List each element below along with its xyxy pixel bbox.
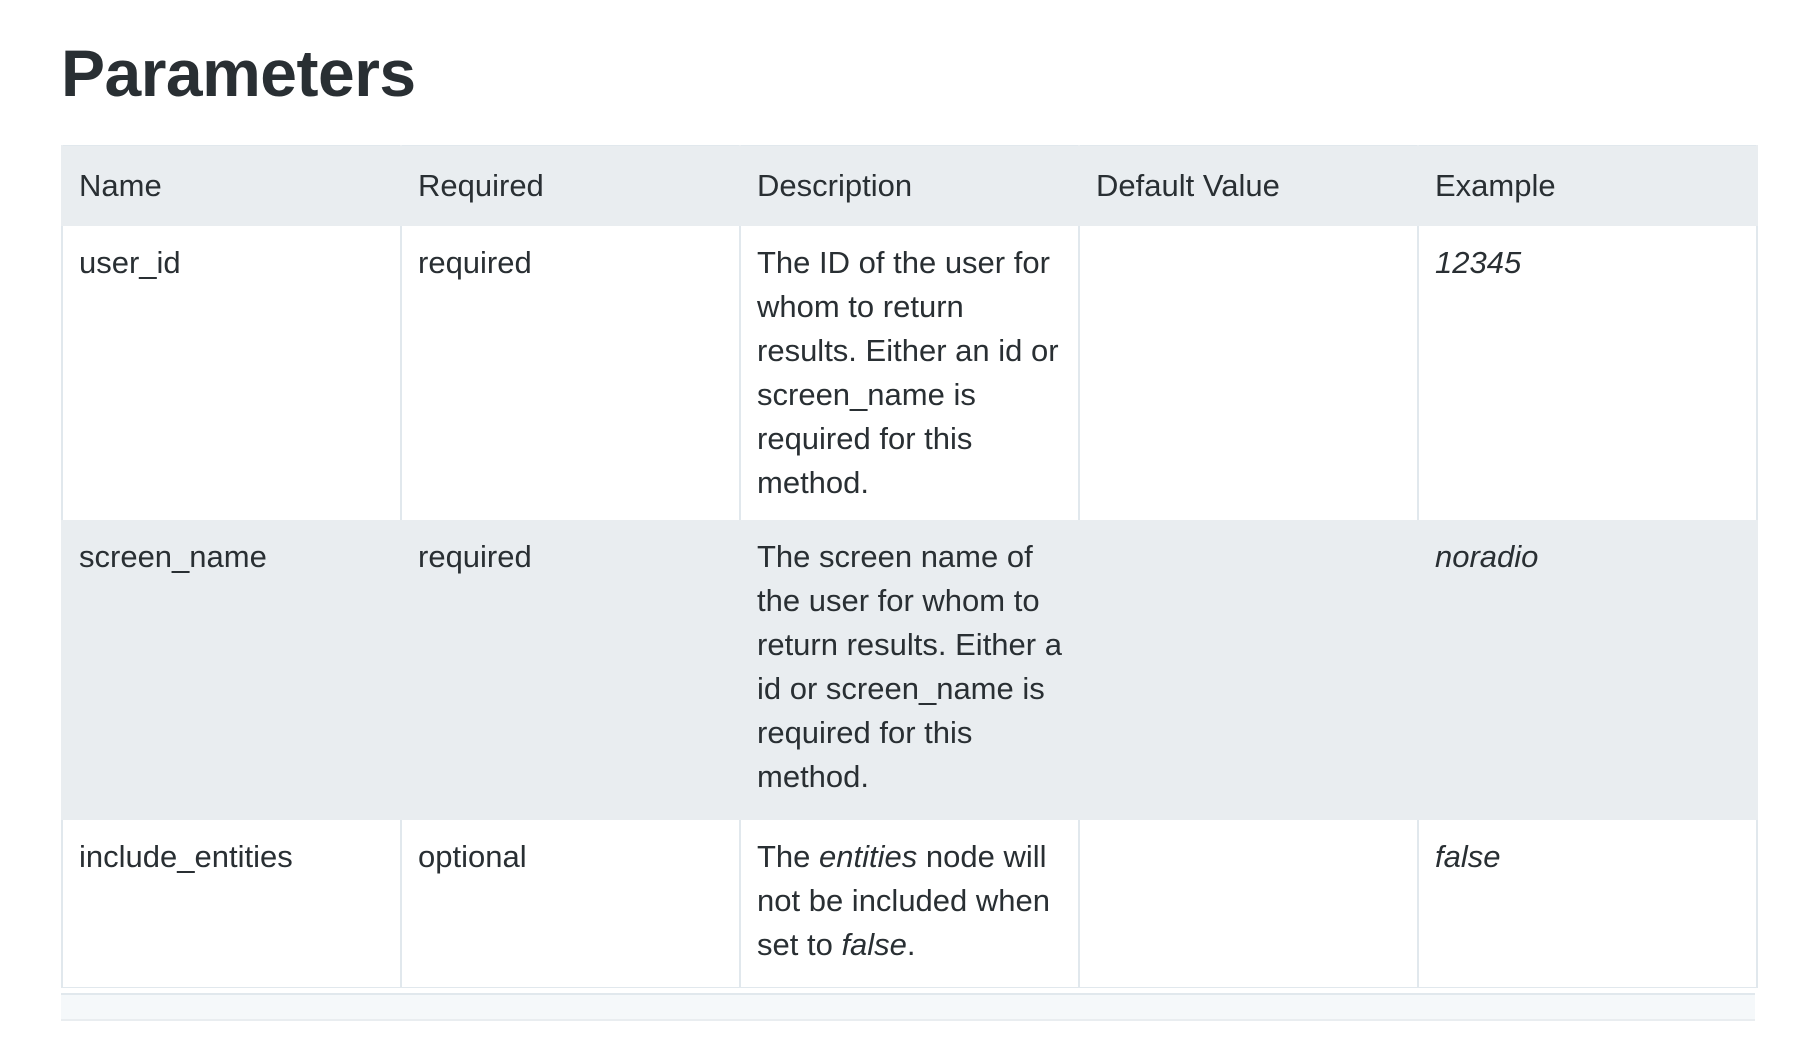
table-footer-bar [61, 993, 1755, 1021]
description-text: The [757, 838, 820, 874]
param-name-cell: include_entities [61, 819, 402, 988]
param-required-cell: required [400, 225, 741, 520]
table-row: screen_name required The screen name of … [61, 519, 1758, 820]
table-header-row: Name Required Description Default Value … [61, 145, 1758, 226]
table-row: include_entities optional The entities n… [61, 819, 1758, 988]
param-example-cell: false [1417, 819, 1758, 988]
param-description-cell: The ID of the user for whom to return re… [739, 225, 1080, 520]
column-header-required: Required [400, 145, 741, 226]
table-row: user_id required The ID of the user for … [61, 225, 1758, 520]
param-required-cell: optional [400, 819, 741, 988]
param-required-cell: required [400, 519, 741, 820]
param-example-cell: 12345 [1417, 225, 1758, 520]
description-text: . [906, 926, 916, 962]
param-description-cell: The entities node will not be included w… [739, 819, 1080, 988]
page-title: Parameters [61, 36, 416, 110]
param-name-cell: user_id [61, 225, 402, 520]
param-name-cell: screen_name [61, 519, 402, 820]
param-description-cell: The screen name of the user for whom to … [739, 519, 1080, 820]
column-header-default-value: Default Value [1078, 145, 1419, 226]
column-header-example: Example [1417, 145, 1758, 226]
param-default-cell [1078, 819, 1419, 988]
description-emphasis-entities: entities [819, 838, 918, 874]
param-default-cell [1078, 225, 1419, 520]
parameters-table: Name Required Description Default Value … [61, 145, 1758, 988]
description-emphasis-false: false [841, 926, 907, 962]
page-content: Parameters Name Required Description Def… [61, 0, 1758, 1021]
column-header-name: Name [61, 145, 402, 226]
param-example-cell: noradio [1417, 519, 1758, 820]
table-header: Name Required Description Default Value … [61, 145, 1758, 226]
param-default-cell [1078, 519, 1419, 820]
table-body: user_id required The ID of the user for … [61, 225, 1758, 988]
column-header-description: Description [739, 145, 1080, 226]
